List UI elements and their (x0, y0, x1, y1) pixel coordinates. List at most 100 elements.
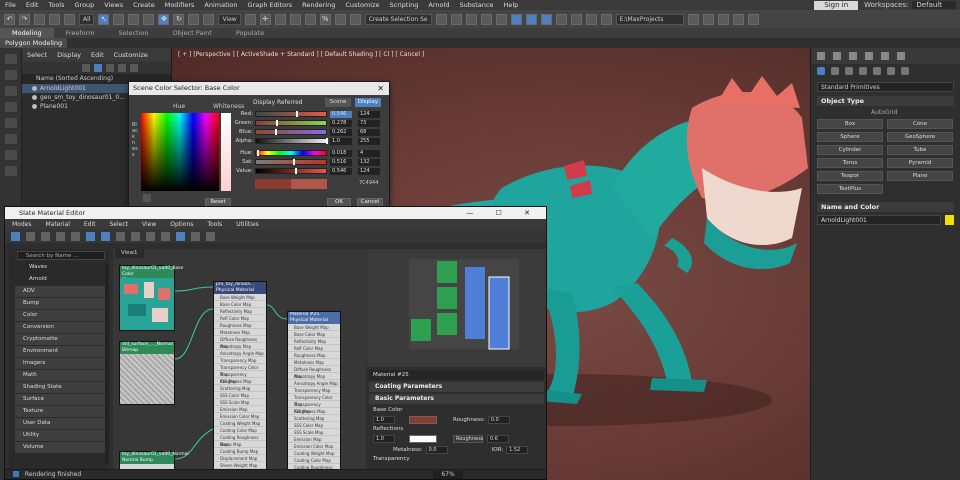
red-value-field[interactable]: 0.546 (330, 110, 352, 118)
close-icon[interactable]: ✕ (377, 82, 384, 95)
node-port[interactable]: Metalness Map (288, 359, 340, 366)
node-port[interactable]: Diffuse Roughness Map (214, 336, 266, 349)
display-button[interactable]: Display (355, 98, 381, 107)
node-port[interactable]: Transparency Roughness Map (214, 371, 266, 384)
browser-scrollbar[interactable] (105, 263, 109, 463)
roughness-mode-dropdown[interactable]: Roughness (453, 434, 483, 443)
schematic-view-icon[interactable] (525, 13, 537, 25)
toggle-layer-explorer-icon[interactable] (480, 13, 492, 25)
node-port[interactable]: Coating Weight Map (214, 420, 266, 427)
node-port[interactable]: Coating Roughness Map (214, 434, 266, 447)
hue-picker[interactable] (141, 113, 219, 191)
slider-thumb[interactable] (293, 159, 295, 165)
browser-group-arnold[interactable]: Arnold (15, 274, 105, 285)
slate-menu-select[interactable]: Select (102, 221, 135, 228)
green-slider[interactable] (255, 120, 327, 126)
lock-icon[interactable] (130, 64, 138, 72)
select-by-name-icon[interactable] (113, 13, 125, 25)
toolbar-strip-icon[interactable] (5, 118, 17, 128)
object-type-rollout[interactable]: Object Type (817, 96, 954, 106)
node-port[interactable]: Emission Color Map (214, 413, 266, 420)
box-button[interactable]: Box (817, 119, 883, 129)
cylinder-button[interactable]: Cylinder (817, 145, 883, 155)
window-controls[interactable]: — ☐ ✕ (466, 207, 540, 219)
display-tab-icon[interactable] (881, 52, 889, 60)
layer-icon[interactable] (106, 64, 114, 72)
toggle-scene-explorer-icon[interactable] (465, 13, 477, 25)
rect-selection-icon[interactable] (128, 13, 140, 25)
explorer-menu-edit[interactable]: Edit (86, 51, 109, 59)
project-path-field[interactable]: E:\MaxProjects (615, 13, 684, 25)
node-port[interactable]: Reflectivity Map (288, 338, 340, 345)
browser-category[interactable]: Surface (15, 394, 105, 405)
navigator-preview[interactable] (367, 249, 546, 367)
node-port[interactable]: Bump Map (214, 441, 266, 448)
object-color-swatch[interactable] (945, 215, 954, 225)
select-manipulate-icon[interactable]: ✛ (259, 13, 271, 25)
node-port[interactable]: SSS Color Map (288, 422, 340, 429)
tab-selection[interactable]: Selection (107, 28, 161, 38)
visibility-eye-icon[interactable] (32, 104, 37, 109)
select-object-icon[interactable]: ↖ (98, 13, 110, 25)
hierarchy-tab-icon[interactable] (849, 52, 857, 60)
scale-icon[interactable] (188, 13, 200, 25)
base-color-swatch[interactable] (409, 415, 437, 424)
slider-thumb[interactable] (275, 129, 277, 135)
coating-parameters-rollout[interactable]: Coating Parameters (369, 382, 544, 392)
value-value-field[interactable]: 0.546 (330, 167, 352, 175)
node-port[interactable]: Anisotropy Angle Map (214, 350, 266, 357)
browser-item-waves[interactable]: Waves (15, 262, 105, 273)
slate-menu-modes[interactable]: Modes (5, 221, 38, 228)
link-icon[interactable] (34, 13, 45, 25)
browser-category[interactable]: Conversion (15, 322, 105, 333)
green-int-field[interactable]: 73 (358, 119, 380, 127)
node-port[interactable]: Emission Color Map (288, 443, 340, 450)
menu-tools[interactable]: Tools (43, 1, 69, 9)
menu-create[interactable]: Create (128, 1, 160, 9)
open-project-icon[interactable] (702, 13, 714, 25)
menu-scripting[interactable]: Scripting (385, 1, 424, 9)
zoom-level[interactable]: 67% (433, 471, 463, 479)
slider-thumb[interactable] (326, 138, 328, 144)
menu-group[interactable]: Group (70, 1, 100, 9)
physical-material-node[interactable]: pro_toy_dinosa... Physical Material Base… (213, 281, 267, 471)
menu-rendering[interactable]: Rendering (297, 1, 340, 9)
node-port[interactable]: Refl Color Map (288, 345, 340, 352)
node-port[interactable]: Anisotropy Map (214, 343, 266, 350)
cameras-icon[interactable] (859, 67, 867, 75)
teapot-button[interactable]: Teapot (817, 171, 883, 181)
browser-category[interactable]: Shading State (15, 382, 105, 393)
menu-help[interactable]: Help (498, 1, 523, 9)
spacewarps-icon[interactable] (887, 67, 895, 75)
render-activeshade-icon[interactable] (600, 13, 612, 25)
arnold-ipr-icon[interactable] (732, 13, 744, 25)
node-port[interactable]: Transparency Map (214, 357, 266, 364)
material-map-navigator-icon[interactable] (176, 231, 185, 241)
unlink-icon[interactable] (49, 13, 60, 25)
red-slider[interactable] (255, 111, 327, 117)
pivot-center-icon[interactable] (244, 13, 256, 25)
angle-snap-icon[interactable] (304, 13, 316, 25)
select-tool-icon[interactable] (11, 231, 20, 241)
explorer-menu-display[interactable]: Display (52, 51, 86, 59)
visibility-eye-icon[interactable] (32, 95, 37, 100)
undo-icon[interactable]: ↶ (4, 13, 15, 25)
node-port[interactable]: Transparency Color Map (288, 394, 340, 407)
node-port[interactable]: Scattering Map (214, 385, 266, 392)
toolbar-strip-icon[interactable] (5, 102, 17, 112)
browser-category[interactable]: Math (15, 370, 105, 381)
bitmap-node-normal[interactable]: std_surface_..._Normal Bitmap (119, 341, 175, 405)
utilities-tab-icon[interactable] (897, 52, 905, 60)
viewport-label[interactable]: [ + ] [Perspective ] [ ActiveShade + Sta… (178, 51, 424, 58)
material-25-node[interactable]: Material #25 Physical Material Base Weigh… (287, 311, 341, 471)
node-port[interactable]: SSS Scale Map (214, 399, 266, 406)
menu-customize[interactable]: Customize (340, 1, 384, 9)
align-icon[interactable] (450, 13, 462, 25)
arnold-render-icon[interactable] (717, 13, 729, 25)
toolbar-strip-icon[interactable] (5, 70, 17, 80)
slate-menu-tools[interactable]: Tools (200, 221, 229, 228)
alpha-slider[interactable] (255, 138, 328, 144)
pyramid-button[interactable]: Pyramid (887, 158, 953, 168)
hide-unused-slots-icon[interactable] (101, 231, 110, 241)
menu-edit[interactable]: Edit (21, 1, 44, 9)
